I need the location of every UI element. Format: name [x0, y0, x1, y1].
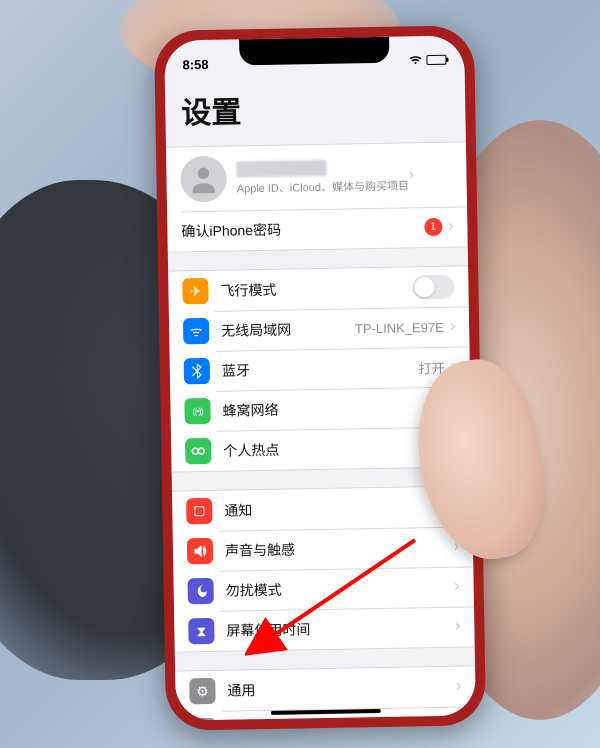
general-row[interactable]: ⚙ 通用 › [175, 666, 476, 711]
bluetooth-icon [184, 358, 210, 384]
chevron-right-icon: › [455, 618, 461, 636]
notch [239, 37, 389, 66]
chevron-right-icon: › [456, 678, 462, 696]
hotspot-icon [185, 438, 211, 464]
avatar-icon [180, 156, 227, 203]
chevron-right-icon: › [409, 166, 415, 184]
control-center-icon [190, 718, 216, 721]
page-title: 设置 [165, 75, 466, 146]
group-notifications: 通知 › 声音与触感 › 勿扰模式 › [172, 485, 475, 652]
account-name-redacted [236, 159, 326, 177]
wifi-status-icon [408, 53, 422, 68]
group-account: Apple ID、iCloud、媒体与购买项目 › 确认iPhone密码 1 › [166, 141, 468, 252]
chevron-right-icon: › [450, 318, 456, 336]
status-time: 8:58 [182, 56, 208, 71]
wifi-icon: ᯤ [183, 318, 209, 344]
account-subtitle: Apple ID、iCloud、媒体与购买项目 [237, 177, 410, 196]
screentime-row[interactable]: ⧗ 屏幕使用时间 › [174, 606, 475, 651]
battery-icon [426, 55, 446, 65]
gear-icon: ⚙ [189, 678, 215, 704]
sounds-icon [187, 538, 213, 564]
airplane-icon: ✈ [182, 278, 208, 304]
phone-screen: 8:58 设置 Apple ID、iCloud、媒体与购买项目 [164, 35, 476, 720]
wifi-row[interactable]: ᯤ 无线局域网 TP-LINK_E97E › [169, 306, 470, 351]
airplane-switch[interactable] [412, 275, 454, 300]
hourglass-icon: ⧗ [188, 618, 214, 644]
confirm-password-row[interactable]: 确认iPhone密码 1 › [167, 206, 468, 251]
chevron-right-icon: › [457, 718, 463, 721]
chevron-right-icon: › [454, 578, 460, 596]
chevron-right-icon: › [448, 218, 454, 236]
bluetooth-row[interactable]: 蓝牙 打开 › [170, 346, 471, 391]
confirm-password-label: 确认iPhone密码 [181, 217, 424, 241]
cellular-icon: ((•)) [184, 398, 210, 424]
sounds-row[interactable]: 声音与触感 › [173, 526, 474, 571]
moon-icon [187, 578, 213, 604]
badge-count: 1 [424, 218, 442, 236]
notifications-icon [186, 498, 212, 524]
apple-id-row[interactable]: Apple ID、iCloud、媒体与购买项目 › [166, 142, 467, 211]
airplane-mode-row[interactable]: ✈ 飞行模式 [168, 266, 469, 311]
dnd-row[interactable]: 勿扰模式 › [173, 566, 474, 611]
